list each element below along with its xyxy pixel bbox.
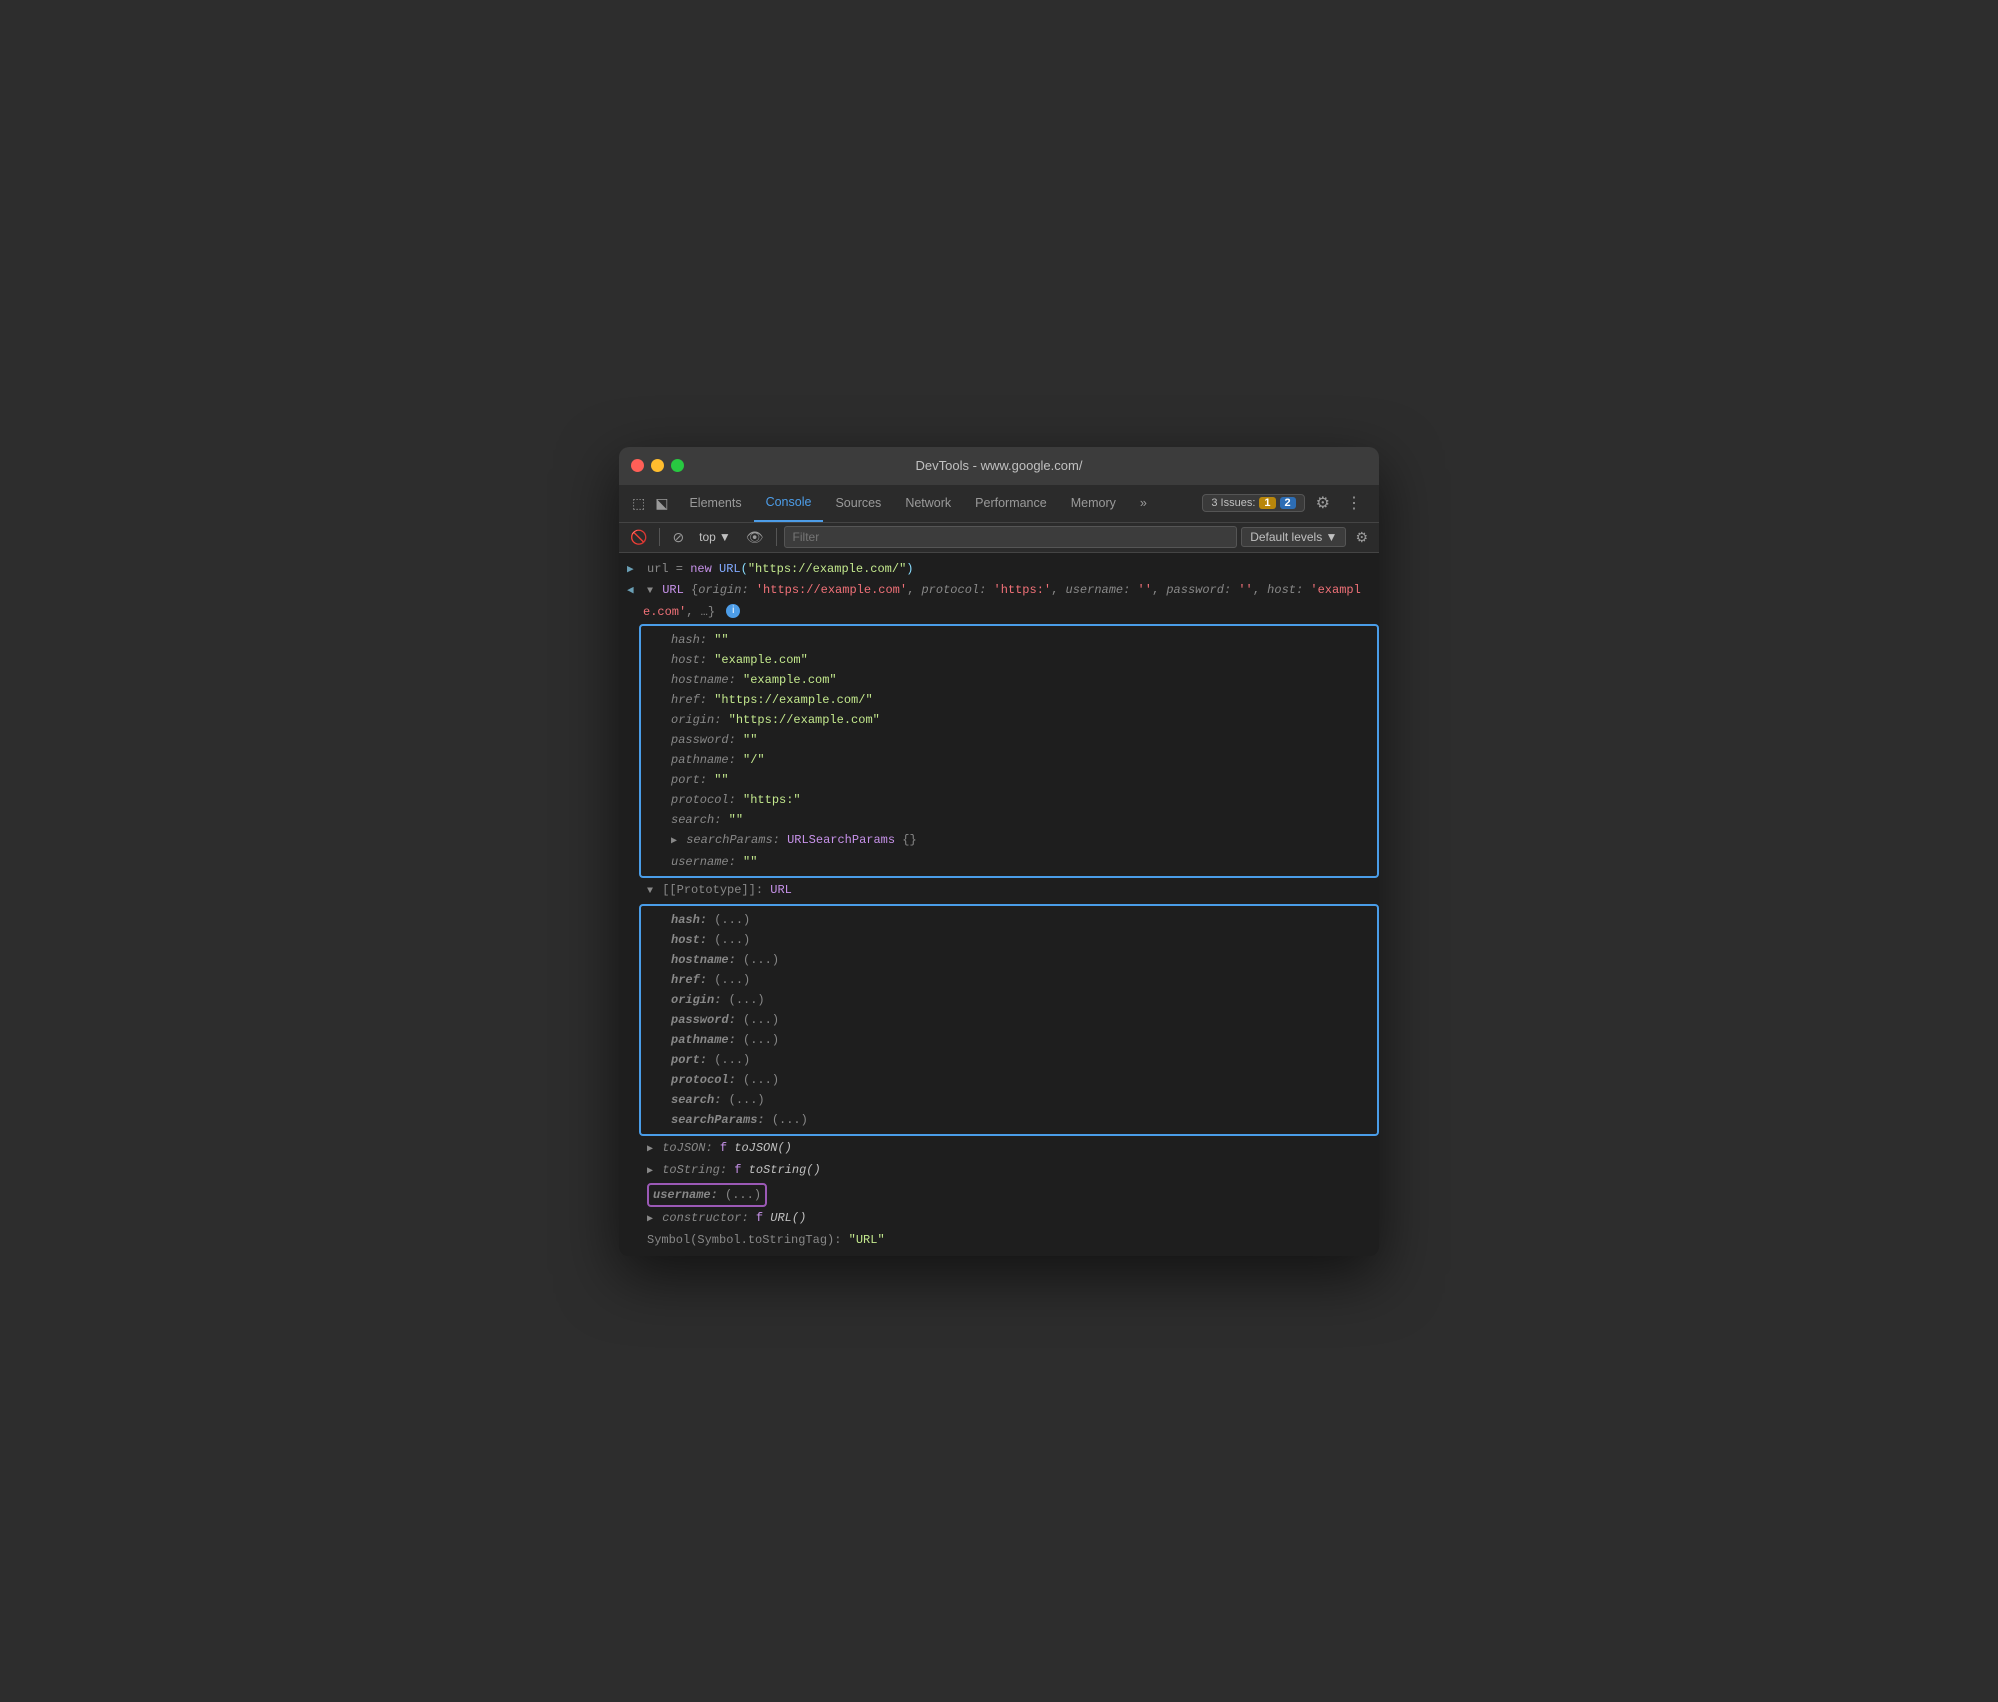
filter-input[interactable]	[784, 526, 1238, 548]
tab-more[interactable]: »	[1128, 484, 1159, 522]
prop-searchparams: searchParams: URLSearchParams {}	[647, 830, 1371, 852]
issues-label: 3 Issues:	[1211, 497, 1255, 509]
console-url-header-line2: e.com', …} i	[619, 602, 1379, 622]
inspect-icon[interactable]: ⬚	[629, 492, 648, 515]
username-proto-line: username: (...)	[639, 1182, 1379, 1208]
tojson-expand-arrow[interactable]	[647, 1141, 653, 1159]
settings-icon[interactable]: ⚙	[1311, 490, 1335, 516]
prototype-expand-arrow[interactable]	[647, 883, 653, 901]
traffic-lights	[631, 459, 684, 472]
right-arrow-icon: ▶	[627, 561, 643, 579]
constructor-text: constructor: f URL()	[647, 1209, 1371, 1229]
url-properties-box: hash: "" host: "example.com" hostname: "…	[639, 624, 1379, 878]
proto-host: host: (...)	[647, 930, 1371, 950]
tab-memory[interactable]: Memory	[1059, 484, 1128, 522]
more-options-icon[interactable]: ⋮	[1341, 490, 1367, 516]
prop-hostname: hostname: "example.com"	[647, 670, 1371, 690]
console-url-header-line: ◀ URL {origin: 'https://example.com', pr…	[619, 580, 1379, 602]
console-content: ▶ url = new URL("https://example.com/") …	[619, 553, 1379, 1256]
username-proto-text: username: (...)	[647, 1183, 1371, 1207]
tab-bar-left-icons: ⬚ ⬕	[623, 492, 677, 515]
symbol-line: Symbol(Symbol.toStringTag): "URL"	[639, 1230, 1379, 1250]
tojson-text: toJSON: f toJSON()	[647, 1139, 1371, 1159]
tostring-line: toString: f toString()	[639, 1160, 1379, 1182]
prop-href: href: "https://example.com/"	[647, 690, 1371, 710]
prop-port: port: ""	[647, 770, 1371, 790]
tab-bar-right: 3 Issues: 1 2 ⚙ ⋮	[1202, 490, 1375, 516]
tojson-line: toJSON: f toJSON()	[639, 1138, 1379, 1160]
info-badge: 2	[1280, 497, 1296, 509]
prototype-properties-box: hash: (...) host: (...) hostname: (...) …	[639, 904, 1379, 1136]
chevron-down-icon: ▼	[719, 530, 731, 544]
levels-dropdown[interactable]: Default levels ▼	[1241, 527, 1346, 547]
tostring-text: toString: f toString()	[647, 1161, 1371, 1181]
console-url-header-text: URL {origin: 'https://example.com', prot…	[647, 581, 1371, 601]
prop-origin: origin: "https://example.com"	[647, 710, 1371, 730]
info-badge-icon[interactable]: i	[726, 604, 740, 618]
tab-elements[interactable]: Elements	[677, 484, 753, 522]
separator-2	[776, 528, 777, 546]
constructor-expand-arrow[interactable]	[647, 1211, 653, 1229]
prototype-header-line: [[Prototype]]: URL	[639, 880, 1379, 902]
proto-hash: hash: (...)	[647, 910, 1371, 930]
proto-hostname: hostname: (...)	[647, 950, 1371, 970]
context-dropdown[interactable]: top ▼	[693, 528, 737, 546]
prop-search: search: ""	[647, 810, 1371, 830]
url-expand-arrow[interactable]	[647, 583, 653, 601]
tab-console[interactable]: Console	[754, 484, 824, 522]
username-purple-box: username: (...)	[647, 1183, 767, 1207]
issues-badge[interactable]: 3 Issues: 1 2	[1202, 494, 1304, 512]
clear-console-icon[interactable]: 🚫	[625, 527, 652, 548]
prop-host: host: "example.com"	[647, 650, 1371, 670]
prop-password: password: ""	[647, 730, 1371, 750]
window-title: DevTools - www.google.com/	[916, 458, 1083, 473]
console-url-header-text2: e.com', …} i	[643, 603, 1371, 621]
constructor-line: constructor: f URL()	[639, 1208, 1379, 1230]
tab-performance[interactable]: Performance	[963, 484, 1059, 522]
proto-origin: origin: (...)	[647, 990, 1371, 1010]
tab-sources[interactable]: Sources	[823, 484, 893, 522]
proto-port: port: (...)	[647, 1050, 1371, 1070]
searchparams-expand-arrow[interactable]	[671, 833, 677, 851]
proto-protocol: protocol: (...)	[647, 1070, 1371, 1090]
tab-bar: ⬚ ⬕ Elements Console Sources Network Per…	[619, 485, 1379, 523]
device-icon[interactable]: ⬕	[652, 492, 671, 515]
devtools-window: DevTools - www.google.com/ ⬚ ⬕ Elements …	[619, 447, 1379, 1256]
proto-searchparams: searchParams: (...)	[647, 1110, 1371, 1130]
proto-href: href: (...)	[647, 970, 1371, 990]
proto-password: password: (...)	[647, 1010, 1371, 1030]
title-bar: DevTools - www.google.com/	[619, 447, 1379, 485]
tostring-expand-arrow[interactable]	[647, 1163, 653, 1181]
tab-network[interactable]: Network	[893, 484, 963, 522]
minimize-button[interactable]	[651, 459, 664, 472]
stop-icon[interactable]: ⊘	[667, 527, 689, 548]
prop-protocol: protocol: "https:"	[647, 790, 1371, 810]
console-input-line: ▶ url = new URL("https://example.com/")	[619, 559, 1379, 580]
prototype-header-text: [[Prototype]]: URL	[647, 881, 1371, 901]
prop-username: username: ""	[647, 852, 1371, 872]
proto-pathname: pathname: (...)	[647, 1030, 1371, 1050]
prop-hash: hash: ""	[647, 630, 1371, 650]
eye-icon[interactable]: 👁	[741, 527, 769, 548]
maximize-button[interactable]	[671, 459, 684, 472]
console-toolbar: 🚫 ⊘ top ▼ 👁 Default levels ▼ ⚙	[619, 523, 1379, 553]
close-button[interactable]	[631, 459, 644, 472]
warn-badge: 1	[1259, 497, 1275, 509]
proto-search: search: (...)	[647, 1090, 1371, 1110]
console-settings-icon[interactable]: ⚙	[1350, 527, 1373, 548]
console-input-text: url = new URL("https://example.com/")	[647, 560, 1371, 578]
symbol-text: Symbol(Symbol.toStringTag): "URL"	[647, 1231, 1371, 1249]
prop-pathname: pathname: "/"	[647, 750, 1371, 770]
separator-1	[659, 528, 660, 546]
left-arrow-icon: ◀	[627, 582, 643, 600]
